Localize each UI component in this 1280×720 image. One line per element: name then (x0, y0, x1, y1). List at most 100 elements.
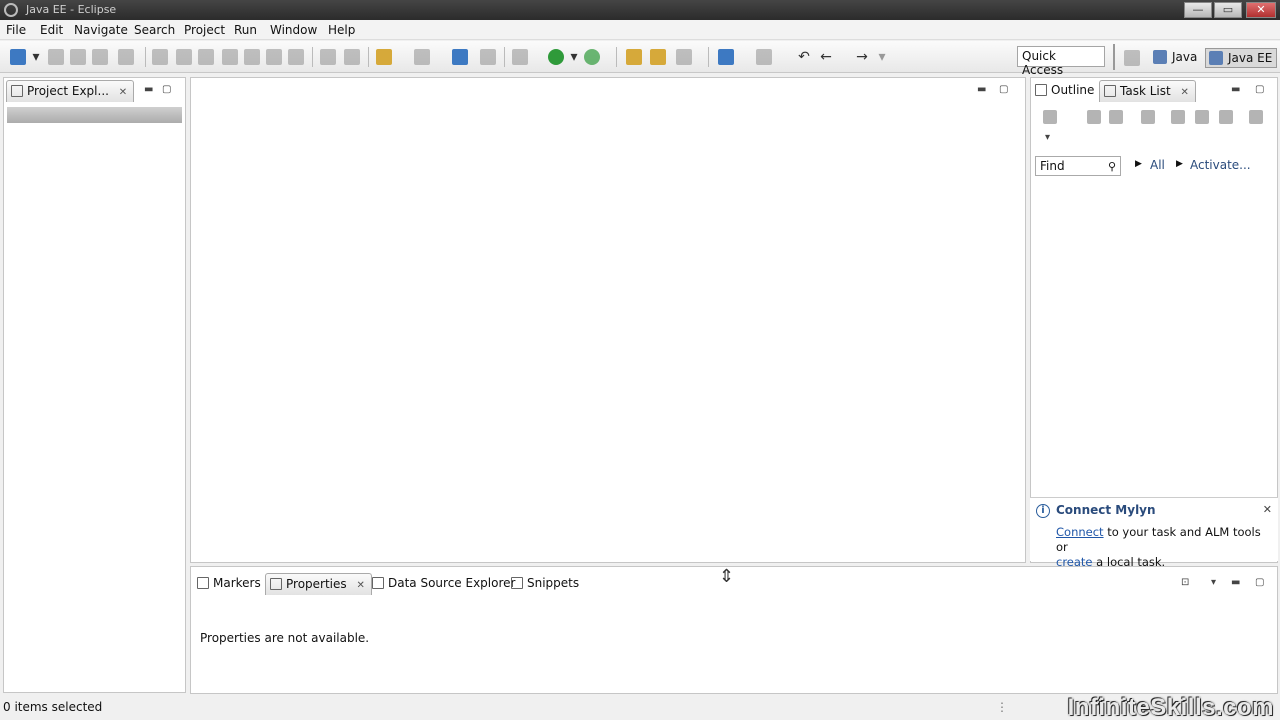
maximize-button[interactable]: ▭ (1214, 2, 1242, 18)
outline-icon (1035, 84, 1047, 96)
new-class-icon[interactable] (650, 49, 666, 65)
collapse-all-icon[interactable] (1219, 110, 1233, 124)
chevron-down-icon[interactable]: ▾ (874, 49, 890, 65)
chevron-right-icon: ▶ (1135, 159, 1142, 169)
toolbar-divider (1113, 44, 1115, 70)
terminate-icon[interactable] (222, 49, 238, 65)
open-perspective-icon[interactable] (1124, 50, 1140, 66)
chevron-down-icon[interactable]: ▾ (1045, 132, 1050, 143)
print-icon[interactable] (92, 49, 108, 65)
chevron-right-icon: ▶ (1176, 159, 1183, 169)
open-type-icon[interactable] (718, 49, 734, 65)
close-button[interactable]: ✕ (1246, 2, 1276, 18)
maximize-icon[interactable]: ▢ (999, 84, 1008, 95)
status-bar: 0 items selected ⋮ InfiniteSkills.com (0, 694, 1280, 720)
last-edit-icon[interactable]: ↶ (796, 49, 812, 65)
build-icon[interactable] (480, 49, 496, 65)
mylyn-title: Connect Mylyn (1056, 503, 1156, 517)
tab-data-source-explorer[interactable]: Data Source Explorer (368, 573, 521, 595)
new-package-icon[interactable] (626, 49, 642, 65)
mylyn-description: Connect to your task and ALM tools or cr… (1056, 525, 1261, 569)
use-step-filters-icon[interactable] (344, 49, 360, 65)
activate-link[interactable]: Activate... (1190, 158, 1251, 172)
minimize-icon[interactable]: ▬ (144, 84, 153, 95)
menu-help[interactable]: Help (328, 23, 355, 37)
menu-edit[interactable]: Edit (40, 23, 63, 37)
step-over-icon[interactable] (266, 49, 282, 65)
maximize-icon[interactable]: ▢ (1255, 577, 1264, 588)
new-web-project-icon[interactable] (452, 49, 468, 65)
forward-icon[interactable]: → (854, 49, 870, 65)
resize-cursor-icon: ⇕ (719, 566, 735, 587)
coverage-icon[interactable] (584, 49, 600, 65)
menu-window[interactable]: Window (270, 23, 317, 37)
menu-search[interactable]: Search (134, 23, 175, 37)
maximize-icon[interactable]: ▢ (1255, 84, 1264, 95)
info-icon: i (1036, 504, 1050, 518)
minimize-icon[interactable]: ▬ (1231, 84, 1240, 95)
new-icon[interactable] (10, 49, 26, 65)
task-list-panel: Outline Task List ✕ ▬ ▢ ▾ Find ⚲ ▶ All ▶… (1030, 77, 1278, 563)
tab-task-list[interactable]: Task List ✕ (1099, 80, 1196, 102)
minimize-icon[interactable]: ▬ (1231, 577, 1240, 588)
maximize-icon[interactable]: ▢ (162, 84, 171, 95)
step-into-icon[interactable] (244, 49, 260, 65)
menu-project[interactable]: Project (184, 23, 225, 37)
wizard-icon[interactable] (676, 49, 692, 65)
minimize-button[interactable]: — (1184, 2, 1212, 18)
categorized-icon[interactable] (1087, 110, 1101, 124)
close-icon[interactable]: ✕ (1181, 87, 1189, 98)
new-task-icon[interactable] (1043, 110, 1057, 124)
title-bar: Java EE - Eclipse — ▭ ✕ (0, 0, 1280, 20)
search-icon[interactable] (118, 49, 134, 65)
connect-link[interactable]: Connect (1056, 525, 1104, 539)
watermark-logo: InfiniteSkills.com (1067, 694, 1274, 720)
perspective-java-ee[interactable]: Java EE (1205, 48, 1278, 68)
close-icon[interactable]: ✕ (1263, 503, 1272, 516)
synchronize-icon[interactable] (1195, 110, 1209, 124)
minimize-icon[interactable]: ▬ (977, 84, 986, 95)
quick-access-input[interactable]: Quick Access (1017, 46, 1105, 77)
connect-mylyn-box: i Connect Mylyn ✕ Connect to your task a… (1030, 497, 1278, 569)
tab-project-explorer[interactable]: Project Expl... ✕ (6, 80, 135, 102)
project-explorer-icon (11, 85, 23, 97)
view-menu-icon[interactable] (1249, 110, 1263, 124)
tab-snippets[interactable]: Snippets (507, 573, 585, 595)
external-tools-icon[interactable] (414, 49, 430, 65)
editor-area[interactable]: ▬ ▢ (190, 77, 1026, 563)
scheduled-icon[interactable] (1109, 110, 1123, 124)
tab-markers[interactable]: Markers (193, 573, 267, 595)
run-icon[interactable] (548, 49, 564, 65)
suspend-icon[interactable] (198, 49, 214, 65)
step-return-icon[interactable] (288, 49, 304, 65)
project-explorer-toolbar[interactable] (7, 107, 182, 123)
tab-outline[interactable]: Outline (1031, 80, 1100, 102)
hide-completed-icon[interactable] (1141, 110, 1155, 124)
view-menu-icon[interactable]: ▾ (1211, 577, 1216, 588)
perspective-java[interactable]: Java (1150, 48, 1201, 68)
menu-bar: File Edit Navigate Search Project Run Wi… (0, 20, 1280, 40)
back-icon[interactable]: ← (818, 49, 834, 65)
menu-file[interactable]: File (6, 23, 26, 37)
filter-all-link[interactable]: All (1150, 158, 1165, 172)
menu-run[interactable]: Run (234, 23, 257, 37)
close-icon[interactable]: ✕ (356, 580, 364, 591)
find-input[interactable]: Find ⚲ (1035, 156, 1121, 176)
save-all-icon[interactable] (70, 49, 86, 65)
chevron-down-icon[interactable]: ▾ (566, 49, 582, 65)
drop-to-frame-icon[interactable] (320, 49, 336, 65)
new-server-icon[interactable] (376, 49, 392, 65)
annotation-icon[interactable] (756, 49, 772, 65)
menu-navigate[interactable]: Navigate (74, 23, 128, 37)
focus-icon[interactable] (1171, 110, 1185, 124)
tab-properties[interactable]: Properties ✕ (265, 573, 372, 595)
chevron-down-icon[interactable]: ▾ (28, 49, 44, 65)
save-icon[interactable] (48, 49, 64, 65)
skip-breakpoints-icon[interactable] (152, 49, 168, 65)
pin-icon[interactable]: ⊡ (1181, 577, 1189, 588)
debug-icon[interactable] (512, 49, 528, 65)
close-icon[interactable]: ✕ (119, 87, 127, 98)
resume-icon[interactable] (176, 49, 192, 65)
search-icon: ⚲ (1107, 160, 1116, 173)
java-perspective-icon (1153, 50, 1167, 64)
